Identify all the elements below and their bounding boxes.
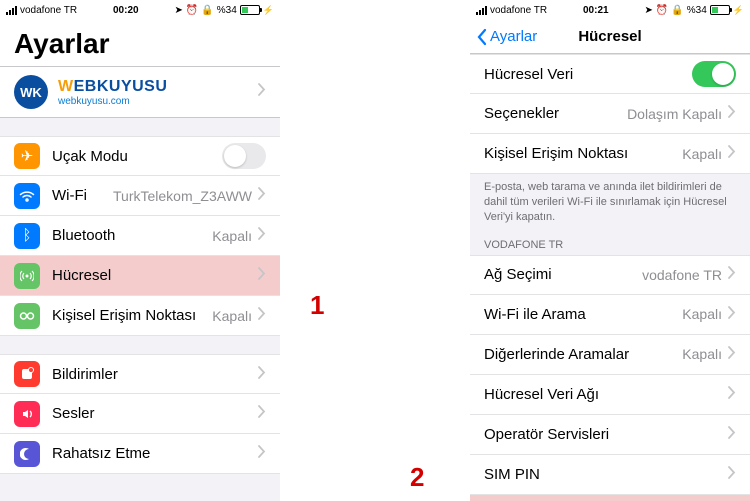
annotation-gap: 1 2 bbox=[280, 0, 470, 501]
chevron-right-icon bbox=[728, 105, 736, 122]
hotspot-icon bbox=[14, 303, 40, 329]
battery-label: %34 bbox=[217, 5, 237, 16]
chevron-right-icon bbox=[258, 307, 266, 324]
row-dnd[interactable]: Rahatsız Etme bbox=[0, 434, 280, 474]
row-personal-hotspot[interactable]: Kişisel Erişim Noktası Kapalı bbox=[470, 134, 750, 174]
battery-label: %34 bbox=[687, 5, 707, 16]
phone-cellular: vodafone TR 00:21 ➤ ⏰ 🔒 %34 ⚡ Ayarlar Hü… bbox=[470, 0, 750, 501]
chevron-right-icon bbox=[258, 267, 266, 284]
row-sim-pin[interactable]: SIM PIN bbox=[470, 455, 750, 495]
row-options[interactable]: Seçenekler Dolaşım Kapalı bbox=[470, 94, 750, 134]
row-sounds[interactable]: Sesler bbox=[0, 394, 280, 434]
signal-icon bbox=[476, 6, 487, 15]
row-airplane-mode[interactable]: ✈︎ Uçak Modu bbox=[0, 136, 280, 176]
page-title: Ayarlar bbox=[0, 20, 280, 66]
chevron-right-icon bbox=[258, 405, 266, 422]
row-bluetooth[interactable]: ᛒ Bluetooth Kapalı bbox=[0, 216, 280, 256]
promo-row[interactable]: WK WEBKUYUSU webkuyusu.com bbox=[0, 66, 280, 118]
row-cellular[interactable]: Hücresel bbox=[0, 256, 280, 296]
carrier-label: vodafone TR bbox=[20, 5, 77, 16]
webkuyusu-logo-icon: WK bbox=[14, 75, 48, 109]
chevron-right-icon bbox=[728, 386, 736, 403]
row-apn[interactable]: Hücresel Veri Ağı bbox=[470, 375, 750, 415]
section-header: VODAFONE TR bbox=[470, 229, 750, 255]
phone-settings: vodafone TR 00:20 ➤ ⏰ 🔒 %34 ⚡ Ayarlar WK… bbox=[0, 0, 280, 501]
signal-icon bbox=[6, 6, 17, 15]
nav-bar: Ayarlar Hücresel bbox=[470, 20, 750, 54]
cellular-data-toggle[interactable] bbox=[692, 61, 736, 87]
promo-brand: WEBKUYUSU webkuyusu.com bbox=[58, 78, 167, 107]
clock: 00:20 bbox=[113, 5, 139, 16]
battery-icon bbox=[710, 5, 730, 15]
chevron-right-icon bbox=[728, 306, 736, 323]
row-cellular-data[interactable]: Hücresel Veri bbox=[470, 54, 750, 94]
moon-icon bbox=[14, 441, 40, 467]
notifications-icon bbox=[14, 361, 40, 387]
location-icon: ➤ bbox=[174, 5, 182, 16]
lock-icon: 🔒 bbox=[201, 5, 213, 16]
row-hotspot[interactable]: Kişisel Erişim Noktası Kapalı bbox=[0, 296, 280, 336]
row-notifications[interactable]: Bildirimler bbox=[0, 354, 280, 394]
status-bar: vodafone TR 00:21 ➤ ⏰ 🔒 %34 ⚡ bbox=[470, 0, 750, 20]
chevron-right-icon bbox=[258, 445, 266, 462]
back-button[interactable]: Ayarlar bbox=[476, 28, 537, 46]
status-bar: vodafone TR 00:20 ➤ ⏰ 🔒 %34 ⚡ bbox=[0, 0, 280, 20]
airplane-icon: ✈︎ bbox=[14, 143, 40, 169]
row-network-selection[interactable]: Ağ Seçimi vodafone TR bbox=[470, 255, 750, 295]
annotation-2: 2 bbox=[410, 462, 424, 493]
chevron-right-icon bbox=[728, 466, 736, 483]
chevron-right-icon bbox=[728, 346, 736, 363]
battery-icon bbox=[240, 5, 260, 15]
cellular-icon bbox=[14, 263, 40, 289]
alarm-icon: ⏰ bbox=[186, 5, 198, 16]
row-sim-applications[interactable]: SIM Uygulamaları bbox=[470, 495, 750, 501]
airplane-toggle[interactable] bbox=[222, 143, 266, 169]
chevron-right-icon bbox=[258, 227, 266, 244]
row-calls-on-other[interactable]: Diğerlerinde Aramalar Kapalı bbox=[470, 335, 750, 375]
row-wifi-calling[interactable]: Wi-Fi ile Arama Kapalı bbox=[470, 295, 750, 335]
sounds-icon bbox=[14, 401, 40, 427]
location-icon: ➤ bbox=[644, 5, 652, 16]
row-carrier-services[interactable]: Operatör Servisleri bbox=[470, 415, 750, 455]
lock-icon: 🔒 bbox=[671, 5, 683, 16]
bluetooth-icon: ᛒ bbox=[14, 223, 40, 249]
chevron-right-icon bbox=[728, 426, 736, 443]
footer-note: E-posta, web tarama ve anında ilet bildi… bbox=[470, 174, 750, 229]
chevron-right-icon bbox=[258, 366, 266, 383]
charging-icon: ⚡ bbox=[263, 5, 274, 16]
chevron-right-icon bbox=[728, 266, 736, 283]
chevron-right-icon bbox=[728, 145, 736, 162]
chevron-right-icon bbox=[258, 83, 266, 101]
wifi-icon bbox=[14, 183, 40, 209]
carrier-label: vodafone TR bbox=[490, 5, 547, 16]
clock: 00:21 bbox=[583, 5, 609, 16]
charging-icon: ⚡ bbox=[733, 5, 744, 16]
alarm-icon: ⏰ bbox=[656, 5, 668, 16]
nav-title: Hücresel bbox=[578, 28, 641, 45]
annotation-1: 1 bbox=[310, 290, 324, 321]
chevron-right-icon bbox=[258, 187, 266, 204]
row-wifi[interactable]: Wi-Fi TurkTelekom_Z3AWW bbox=[0, 176, 280, 216]
